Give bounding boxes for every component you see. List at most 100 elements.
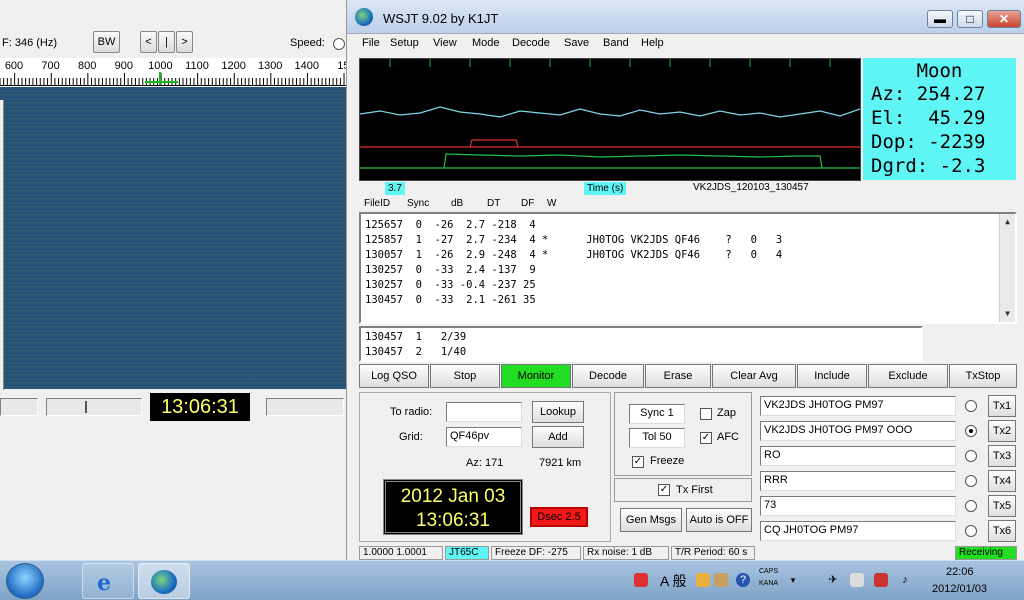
tx5-message[interactable]: 73 [760, 496, 956, 516]
tx2-button[interactable]: Tx2 [988, 420, 1016, 442]
nav-center-button[interactable]: | [158, 31, 175, 53]
decode-row: 125657 0 -26 2.7 -218 4 [365, 219, 536, 231]
freeze-checkbox[interactable]: ✓ [632, 456, 644, 468]
tx4-button[interactable]: Tx4 [988, 470, 1016, 492]
wsjt-task[interactable] [138, 563, 190, 599]
taskbar-date[interactable]: 2012/01/03 [932, 583, 987, 595]
grid-input[interactable]: QF46pv [446, 427, 522, 447]
scale-label: 900 [115, 60, 133, 72]
scroll-up-icon[interactable]: ▲ [1000, 214, 1015, 230]
waterfall-toolbar: F: 346 (Hz) BW < | > Speed: [0, 28, 346, 58]
nav-right-button[interactable]: > [176, 31, 193, 53]
stop-button[interactable]: Stop [430, 364, 500, 388]
decode-text-area[interactable]: 125657 0 -26 2.7 -218 4 125857 1 -27 2.7… [359, 212, 1017, 324]
menu-band[interactable]: Band [603, 37, 629, 49]
help-icon[interactable]: ? [736, 573, 750, 587]
afc-checkbox[interactable]: ✓ [700, 432, 712, 444]
speed-radio[interactable] [333, 38, 345, 50]
lookup-button[interactable]: Lookup [532, 401, 584, 423]
moon-elevation: El: 45.29 [871, 107, 986, 129]
waterfall-slider-1[interactable] [0, 398, 38, 416]
azimuth-readout: Az: 171 [466, 457, 504, 469]
tx1-button[interactable]: Tx1 [988, 395, 1016, 417]
menu-mode[interactable]: Mode [472, 37, 500, 49]
ime-toolbar-icon[interactable] [634, 573, 648, 587]
menu-file[interactable]: File [362, 37, 380, 49]
tx1-radio[interactable] [965, 400, 977, 412]
exclude-button[interactable]: Exclude [868, 364, 948, 388]
tx5-button[interactable]: Tx5 [988, 495, 1016, 517]
tx2-radio[interactable] [965, 425, 977, 437]
internet-explorer-task[interactable]: e [82, 563, 134, 599]
tx6-radio[interactable] [965, 525, 977, 537]
device-icon[interactable] [850, 573, 864, 587]
waterfall-slider-3[interactable] [266, 398, 344, 416]
auto-button[interactable]: Auto is OFF [686, 508, 752, 532]
tx4-message[interactable]: RRR [760, 471, 956, 491]
window-title: WSJT 9.02 by K1JT [383, 11, 499, 26]
add-button[interactable]: Add [532, 426, 584, 448]
waterfall-display[interactable] [0, 87, 346, 389]
tx2-message[interactable]: VK2JDS JH0TOG PM97 OOO [760, 421, 956, 441]
taskbar-time[interactable]: 22:06 [946, 566, 974, 578]
waterfall-splitter[interactable] [0, 100, 4, 390]
header-dt: DT [487, 198, 501, 209]
tx-first-checkbox[interactable]: ✓ [658, 484, 670, 496]
close-button[interactable]: ✕ [987, 10, 1021, 28]
radio-panel: To radio: Lookup Grid: QF46pv Add Az: 17… [359, 392, 611, 542]
tx-stop-button[interactable]: TxStop [949, 364, 1017, 388]
menu-bar: File Setup View Mode Decode Save Band He… [347, 34, 1024, 54]
maximize-button[interactable]: □ [957, 10, 983, 28]
erase-button[interactable]: Erase [645, 364, 711, 388]
tx6-message[interactable]: CQ JH0TOG PM97 [760, 521, 956, 541]
ime-mode[interactable]: A 般 [660, 571, 686, 591]
network-icon[interactable] [874, 573, 888, 587]
menu-view[interactable]: View [433, 37, 457, 49]
volume-icon[interactable]: ♪ [898, 573, 912, 587]
gen-msgs-button[interactable]: Gen Msgs [620, 508, 682, 532]
tx1-message[interactable]: VK2JDS JH0TOG PM97 [760, 396, 956, 416]
menu-help[interactable]: Help [641, 37, 664, 49]
bw-button[interactable]: BW [93, 31, 120, 53]
tx3-message[interactable]: RO [760, 446, 956, 466]
scroll-down-icon[interactable]: ▼ [1000, 306, 1015, 322]
slider-thumb[interactable] [85, 401, 87, 413]
decode-row: 130057 1 -26 2.9 -248 4 * JH0TOG VK2JDS … [365, 249, 783, 261]
time-axis-label: Time (s) [584, 182, 627, 195]
decode-scrollbar[interactable]: ▲ ▼ [999, 214, 1015, 322]
waterfall-slider-2[interactable] [46, 398, 142, 416]
zap-checkbox[interactable] [700, 408, 712, 420]
menu-setup[interactable]: Setup [390, 37, 419, 49]
minimize-button[interactable]: ▬ [927, 10, 953, 28]
tol-spinner[interactable]: Tol 50 [629, 428, 685, 448]
status-ratio: 1.0000 1.0001 [359, 546, 443, 560]
ime-dictionary-icon[interactable] [696, 573, 710, 587]
log-qso-button[interactable]: Log QSO [359, 364, 429, 388]
menu-decode[interactable]: Decode [512, 37, 550, 49]
options-chevron-icon[interactable]: ▾ [786, 573, 800, 587]
dsec-indicator[interactable]: Dsec 2.5 [530, 507, 588, 527]
nav-left-button[interactable]: < [140, 31, 157, 53]
tx5-radio[interactable] [965, 500, 977, 512]
tx3-button[interactable]: Tx3 [988, 445, 1016, 467]
header-fileid: FileID [364, 198, 391, 209]
average-text-area[interactable]: 130457 1 2/39 130457 2 1/40 [359, 326, 923, 362]
taskbar: e A 般 ? CAPS KANA ▾ ✈ ♪ 22:06 2012/01/03 [0, 560, 1024, 600]
clear-avg-button[interactable]: Clear Avg [712, 364, 796, 388]
decode-row: 130457 0 -33 2.1 -261 35 [365, 294, 536, 306]
start-button[interactable] [6, 563, 44, 599]
to-radio-input[interactable] [446, 402, 522, 422]
moon-panel: Moon Az: 254.27 El: 45.29 Dop: -2239 Dgr… [863, 58, 1016, 180]
status-tr-period: T/R Period: 60 s [671, 546, 755, 560]
sync-spinner[interactable]: Sync 1 [629, 404, 685, 424]
tx4-radio[interactable] [965, 475, 977, 487]
menu-save[interactable]: Save [564, 37, 589, 49]
pin-icon[interactable]: ✈ [826, 573, 840, 587]
tx3-radio[interactable] [965, 450, 977, 462]
ime-tools-icon[interactable] [714, 573, 728, 587]
include-button[interactable]: Include [797, 364, 867, 388]
tx6-button[interactable]: Tx6 [988, 520, 1016, 542]
monitor-button[interactable]: Monitor [501, 364, 571, 388]
decode-button[interactable]: Decode [572, 364, 644, 388]
status-receiving: Receiving [955, 546, 1017, 560]
